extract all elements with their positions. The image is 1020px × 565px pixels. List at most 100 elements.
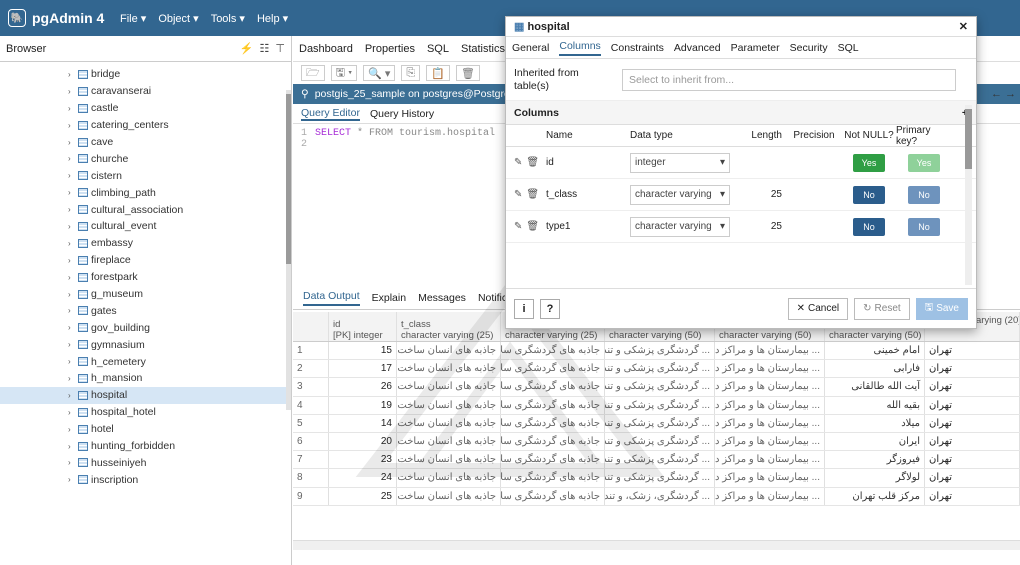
table-cell[interactable]: جاذبه های گردشگری سلامت [501,487,605,505]
chevron-right-icon[interactable]: › [68,188,78,197]
table-cell[interactable]: تهران [925,451,1020,469]
table-cell[interactable]: گردشگری پزشکی و تندرستی ... [605,432,715,451]
table-cell[interactable]: جاذبه های انسان ساخت [397,469,501,487]
tab-query-editor[interactable]: Query Editor [301,107,360,121]
chevron-right-icon[interactable]: › [68,391,78,400]
chevron-right-icon[interactable]: › [68,70,78,79]
chevron-right-icon[interactable]: › [68,357,78,366]
column-header[interactable] [293,312,329,341]
table-cell[interactable]: 20 [329,432,397,451]
tree-item[interactable]: › caravanserai [0,83,291,100]
table-cell[interactable]: 8 [293,469,329,487]
table-cell[interactable]: امام خمینی [825,342,925,360]
table-cell[interactable]: جاذبه های گردشگری سلامت [501,396,605,414]
edit-icon[interactable]: ✎ [514,157,522,168]
tree-item[interactable]: › cave [0,134,291,151]
table-cell[interactable]: فارابی [825,360,925,378]
table-cell[interactable]: جاذبه های گردشگری سلامت [501,378,605,396]
chevron-right-icon[interactable]: › [68,104,78,113]
table-cell[interactable]: بقیه الله [825,396,925,414]
object-tool-icon[interactable]: ⚡ [240,42,254,55]
tree-item[interactable]: › gymnasium [0,336,291,353]
table-cell[interactable]: بیمارستان ها و مراکز درمانی ... [715,342,825,360]
table-cell[interactable]: 15 [329,342,397,360]
table-cell[interactable]: تهران [925,487,1020,505]
tree-item[interactable]: › g_museum [0,286,291,303]
delete-icon[interactable]: 🗑 [455,65,480,81]
table-cell[interactable]: 6 [293,432,329,451]
table-row[interactable]: 3 26 جاذبه های انسان ساخت جاذبه های گردشگری… [293,378,1020,397]
tree-item[interactable]: › hunting_forbidden [0,438,291,455]
chevron-right-icon[interactable]: › [68,273,78,282]
column-name[interactable]: id [544,157,630,168]
column-header[interactable]: id [PK] integer [329,312,397,341]
data-type-select[interactable]: integer ▾ [630,152,730,173]
info-button[interactable]: i [514,298,534,319]
tab-sql[interactable]: SQL [427,43,449,55]
column-name[interactable]: type1 [544,221,630,232]
table-cell[interactable]: گردشگری پزشکی و تندرستی ... [605,451,715,469]
table-cell[interactable]: 2 [293,360,329,378]
edit-icon[interactable]: ✎ [514,221,522,232]
table-cell[interactable]: 7 [293,451,329,469]
table-cell[interactable]: گردشگری پزشکی و تندرستی ... [605,342,715,360]
table-cell[interactable]: 3 [293,378,329,396]
open-file-icon[interactable]: 🗁 [301,65,325,81]
menu-object[interactable]: Object ▾ [158,12,198,25]
tab-properties[interactable]: Properties [365,43,415,55]
chevron-right-icon[interactable]: › [68,290,78,299]
tab-dashboard[interactable]: Dashboard [299,43,353,55]
tree-item[interactable]: › hotel [0,421,291,438]
not-null-toggle[interactable]: Yes [853,153,885,172]
tree-item[interactable]: › hospital [0,386,291,404]
table-cell[interactable]: جاذبه های انسان ساخت [397,396,501,414]
table-row[interactable]: 7 23 جاذبه های انسان ساخت جاذبه های گردشگری… [293,451,1020,470]
help-button[interactable]: ? [540,298,560,319]
tree-item[interactable]: › bridge [0,66,291,83]
table-row[interactable]: 6 20 جاذبه های انسان ساخت جاذبه های گردشگری… [293,432,1020,452]
table-cell[interactable]: گردشگری پزشکی و تندرستی ... [605,414,715,432]
edit-icon[interactable]: ✎ [514,189,522,200]
dtab-constraints[interactable]: Constraints [611,42,664,54]
table-cell[interactable]: جاذبه های گردشگری سلامت [501,414,605,432]
not-null-toggle[interactable]: No [853,185,885,204]
table-cell[interactable]: 23 [329,451,397,469]
dtab-columns[interactable]: Columns [559,40,601,56]
chevron-right-icon[interactable]: › [68,408,78,417]
table-cell[interactable]: جاذبه های انسان ساخت [397,487,501,505]
dtab-advanced[interactable]: Advanced [674,42,721,54]
tab-query-history[interactable]: Query History [370,108,434,120]
table-cell[interactable]: ایران [825,432,925,451]
grid-horizontal-scrollbar[interactable] [293,540,1020,550]
table-cell[interactable]: بیمارستان ها و مراکز درمانی ... [715,414,825,432]
table-cell[interactable]: 17 [329,360,397,378]
find-icon[interactable]: 🔍 ▾ [363,65,396,81]
dtab-sql[interactable]: SQL [838,42,859,54]
table-cell[interactable]: جاذبه های گردشگری سلامت [501,469,605,487]
table-cell[interactable]: تهران [925,414,1020,432]
dtab-parameter[interactable]: Parameter [731,42,780,54]
table-view-icon[interactable]: ☷ [260,42,270,55]
delete-icon[interactable]: 🗑 [526,221,539,232]
table-cell[interactable]: گردشگری، زشک، و تندرستی ... [605,487,715,505]
chevron-right-icon[interactable]: › [68,475,78,484]
tree-item[interactable]: › husseiniyeh [0,454,291,471]
tree-item[interactable]: › hospital_hotel [0,404,291,421]
table-cell[interactable]: لولاگر [825,469,925,487]
menu-help[interactable]: Help ▾ [257,12,288,25]
paste-icon[interactable]: 📋 [426,65,450,81]
table-row[interactable]: 1 15 جاذبه های انسان ساخت جاذبه های گردشگری… [293,342,1020,361]
table-cell[interactable]: تهران [925,396,1020,414]
chevron-right-icon[interactable]: › [68,340,78,349]
cancel-button[interactable]: ✕ Cancel [787,297,849,320]
chevron-right-icon[interactable]: › [68,239,78,248]
chevron-right-icon[interactable]: › [68,458,78,467]
arrow-right-icon[interactable]: → [1005,88,1016,100]
tree-item[interactable]: › forestpark [0,269,291,286]
inherit-select[interactable]: Select to inherit from... [622,68,956,91]
table-cell[interactable]: جاذبه های انسان ساخت [397,432,501,451]
not-null-toggle[interactable]: No [853,217,885,236]
chevron-right-icon[interactable]: › [68,222,78,231]
tree-item[interactable]: › cistern [0,167,291,184]
chevron-right-icon[interactable]: › [68,121,78,130]
